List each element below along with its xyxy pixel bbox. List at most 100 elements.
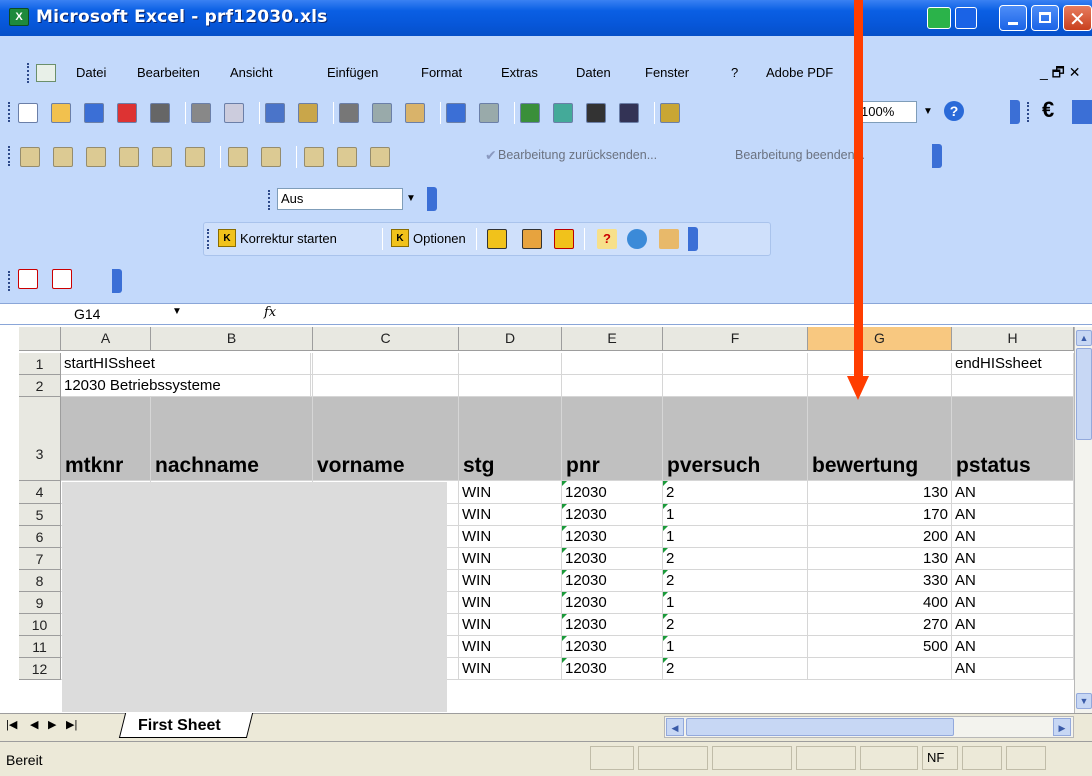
grid-cell[interactable] [808, 353, 952, 375]
forward-icon[interactable] [86, 147, 106, 167]
row-header[interactable]: 9 [19, 592, 61, 614]
column-title-cell[interactable]: pnr [562, 397, 663, 481]
end-review-button[interactable]: Bearbeitung beenden... [735, 148, 865, 162]
grid-cell[interactable]: 2 [663, 481, 808, 504]
window-controls-mini[interactable]: _ 🗗 ✕ [1040, 62, 1080, 86]
open-icon[interactable] [51, 103, 71, 123]
row-header[interactable]: 3 [19, 397, 61, 481]
grid-cell[interactable] [663, 353, 808, 375]
grid-cell[interactable]: 270 [808, 614, 952, 636]
grid-cell[interactable]: AN [952, 614, 1074, 636]
print-icon[interactable] [150, 103, 170, 123]
menu-item[interactable]: Fenster [645, 65, 689, 80]
grid-cell[interactable]: 12030 [562, 481, 663, 504]
comment-del-icon[interactable] [261, 147, 281, 167]
h-scroll-thumb[interactable] [686, 718, 954, 736]
research-icon[interactable] [298, 103, 318, 123]
grid-cell[interactable] [151, 375, 313, 397]
scroll-left-icon[interactable]: ◀ [666, 718, 684, 736]
grid-cell[interactable]: 2 [663, 548, 808, 570]
toolbar-options-icon[interactable] [1010, 100, 1020, 124]
column-header-e[interactable]: E [562, 327, 663, 351]
column-title-cell[interactable]: mtknr [61, 397, 151, 481]
grid-cell[interactable] [459, 353, 562, 375]
scroll-down-icon[interactable]: ▼ [1076, 693, 1092, 709]
grid-cell[interactable]: WIN [459, 570, 562, 592]
scroll-right-icon[interactable]: ▶ [1053, 718, 1071, 736]
options-button[interactable]: Optionen [413, 231, 466, 246]
new-icon[interactable] [18, 103, 38, 123]
column-header-h[interactable]: H [952, 327, 1074, 351]
comment-icon[interactable] [228, 147, 248, 167]
grid-cell[interactable]: AN [952, 570, 1074, 592]
column-title-cell[interactable]: pversuch [663, 397, 808, 481]
column-header-a[interactable]: A [61, 327, 151, 351]
grid-cell[interactable]: WIN [459, 658, 562, 680]
permission-icon[interactable] [117, 103, 137, 123]
menu-item[interactable]: Einfügen [327, 65, 378, 80]
column-header-d[interactable]: D [459, 327, 562, 351]
grid-cell[interactable]: WIN [459, 481, 562, 504]
grid-cell[interactable]: 200 [808, 526, 952, 548]
print-preview-icon[interactable] [224, 103, 244, 123]
grid-cell[interactable]: 1 [663, 504, 808, 526]
save-icon[interactable] [84, 103, 104, 123]
dictionary-icon[interactable] [487, 229, 507, 249]
grid-cell[interactable]: 130 [808, 481, 952, 504]
grid-cell[interactable]: 12030 [562, 658, 663, 680]
mail-icon[interactable] [119, 147, 139, 167]
cut-icon[interactable] [339, 103, 359, 123]
grid-cell[interactable]: 170 [808, 504, 952, 526]
thesaurus-icon[interactable] [522, 229, 542, 249]
redo-icon[interactable] [479, 103, 499, 123]
column-title-cell[interactable]: nachname [151, 397, 313, 481]
sheet-tab-first[interactable]: First Sheet [138, 717, 221, 735]
row-header[interactable]: 11 [19, 636, 61, 658]
grid-cell[interactable] [313, 353, 459, 375]
grid-cell[interactable]: 12030 [562, 526, 663, 548]
hyperlink-icon[interactable] [520, 103, 540, 123]
printer-tray-icon[interactable] [927, 7, 951, 29]
grid-cell[interactable]: 2 [663, 614, 808, 636]
grid-cell[interactable]: WIN [459, 548, 562, 570]
formula-input[interactable] [300, 304, 1090, 324]
map-icon[interactable] [553, 103, 573, 123]
check-icon[interactable] [554, 229, 574, 249]
grid-cell[interactable]: 12030 [562, 592, 663, 614]
grid-cell[interactable]: 12030 [562, 570, 663, 592]
grid-cell[interactable]: WIN [459, 636, 562, 658]
row-header[interactable]: 7 [19, 548, 61, 570]
grid-cell[interactable] [808, 658, 952, 680]
grid-cell[interactable]: WIN [459, 526, 562, 548]
column-header-c[interactable]: C [313, 327, 459, 351]
grid-cell[interactable]: AN [952, 658, 1074, 680]
print2-icon[interactable] [191, 103, 211, 123]
grid-cell[interactable]: AN [952, 548, 1074, 570]
grid-cell[interactable] [459, 375, 562, 397]
chevron-down-icon[interactable]: ▼ [920, 101, 936, 123]
column-title-cell[interactable]: vorname [313, 397, 459, 481]
restore-window-icon[interactable] [955, 7, 977, 29]
show-icon[interactable] [337, 147, 357, 167]
reply-icon[interactable]: ✔ [485, 147, 497, 164]
grid-cell[interactable]: WIN [459, 504, 562, 526]
grid-cell[interactable]: 1 [663, 592, 808, 614]
prev-sheet-nav-icon[interactable]: ◀ [30, 718, 38, 731]
globe-icon[interactable] [627, 229, 647, 249]
grid-cell[interactable]: WIN [459, 592, 562, 614]
last-sheet-nav-icon[interactable]: ▶| [66, 718, 77, 731]
menu-item[interactable]: Datei [76, 65, 106, 80]
help-icon[interactable]: ? [944, 101, 964, 121]
menu-item[interactable]: Format [421, 65, 462, 80]
column-header-f[interactable]: F [663, 327, 808, 351]
scroll-up-icon[interactable]: ▲ [1076, 330, 1092, 346]
toolbar-options-icon[interactable] [427, 187, 437, 211]
grid-cell[interactable]: endHISsheet [952, 353, 1074, 375]
undo-icon[interactable] [446, 103, 466, 123]
row-header[interactable]: 8 [19, 570, 61, 592]
grid-cell[interactable]: 2 [663, 658, 808, 680]
grid-cell[interactable]: AN [952, 526, 1074, 548]
scroll-thumb[interactable] [1076, 348, 1092, 440]
grid-cell[interactable] [313, 375, 459, 397]
row-header[interactable]: 1 [19, 353, 61, 375]
